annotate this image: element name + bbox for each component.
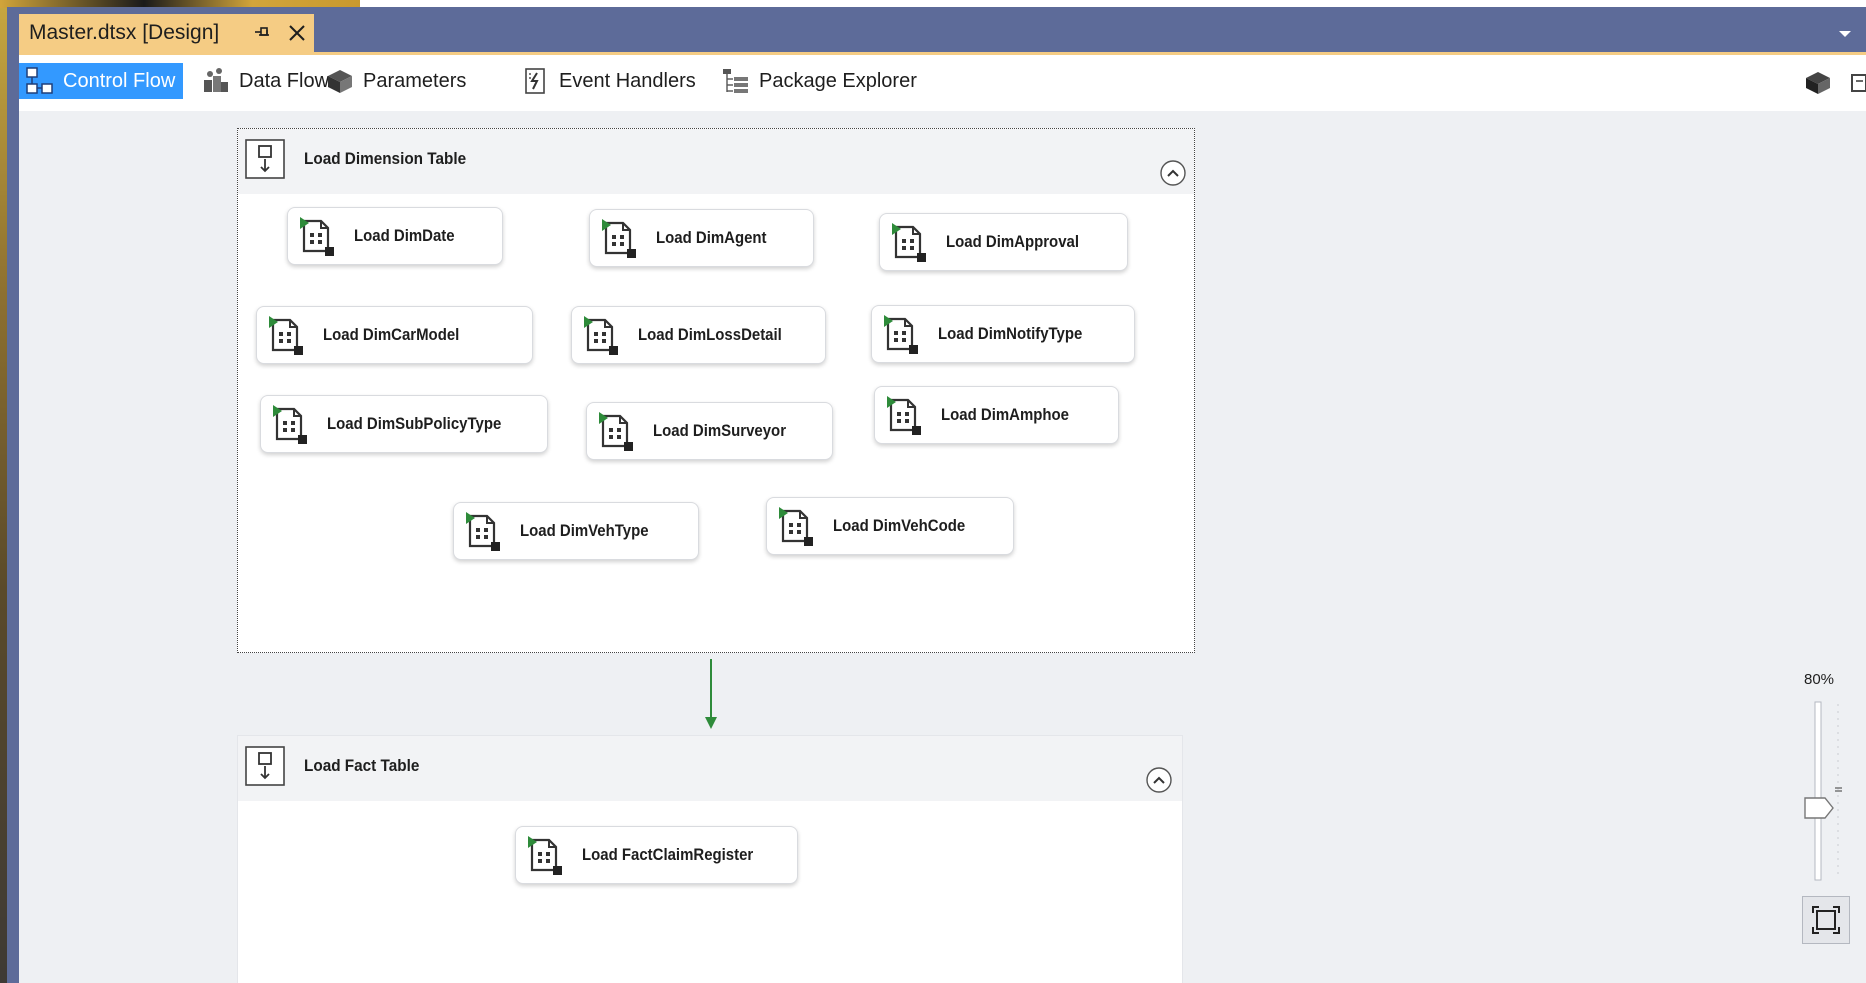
close-icon[interactable] <box>287 23 307 43</box>
task-load-dimlossdetail[interactable]: Load DimLossDetail <box>571 306 826 364</box>
data-flow-task-icon <box>466 512 500 551</box>
data-flow-task-icon <box>528 836 562 875</box>
tab-label: Package Explorer <box>759 69 917 92</box>
event-handlers-icon <box>525 68 545 94</box>
data-flow-task-icon <box>584 316 618 355</box>
task-load-dimnotifytype[interactable]: Load DimNotifyType <box>871 305 1135 363</box>
data-flow-task-icon <box>300 217 334 256</box>
desktop-edge <box>0 0 7 983</box>
sequence-container-dimension[interactable]: Load Dimension Table Load DimDate Load D… <box>237 128 1195 653</box>
tab-label: Data Flow <box>239 69 330 92</box>
tab-label: Parameters <box>363 69 467 92</box>
tab-parameters[interactable]: Parameters <box>319 63 474 99</box>
tab-control-flow[interactable]: Control Flow <box>19 63 184 99</box>
document-tab-master[interactable]: Master.dtsx [Design] <box>19 14 314 52</box>
task-label: Load DimVehType <box>520 521 649 540</box>
document-tab-title: Master.dtsx [Design] <box>29 21 220 44</box>
sequence-container-icon <box>245 139 285 179</box>
control-flow-canvas[interactable]: Load Dimension Table Load DimDate Load D… <box>19 111 1866 983</box>
task-label: Load DimCarModel <box>323 325 460 344</box>
task-load-dimcarmodel[interactable]: Load DimCarModel <box>256 306 533 364</box>
package-explorer-icon <box>723 69 748 93</box>
zoom-level: 80% <box>1804 671 1835 688</box>
screen: Master.dtsx [Design] Control Flow Data F… <box>0 0 1866 983</box>
task-label: Load DimApproval <box>946 232 1079 251</box>
document-tab-strip: Master.dtsx [Design] <box>7 7 1866 52</box>
ssis-designer-window: Master.dtsx [Design] Control Flow Data F… <box>7 7 1866 983</box>
data-flow-task-icon <box>779 507 813 546</box>
task-load-dimvehcode[interactable]: Load DimVehCode <box>766 497 1014 555</box>
zoom-fit-icon <box>1812 906 1840 934</box>
parameters-icon <box>328 70 352 93</box>
data-flow-task-icon <box>273 405 307 444</box>
collapse-icon[interactable] <box>1159 159 1187 187</box>
task-label: Load DimSurveyor <box>653 421 787 440</box>
task-load-dimvehtype[interactable]: Load DimVehType <box>453 502 699 560</box>
task-load-dimagent[interactable]: Load DimAgent <box>589 209 814 267</box>
control-flow-icon <box>26 67 53 94</box>
sequence-container-icon <box>245 746 285 786</box>
data-flow-task-icon <box>887 396 921 435</box>
tab-event-handlers[interactable]: Event Handlers <box>515 63 704 99</box>
task-label: Load DimSubPolicyType <box>327 414 502 433</box>
task-label: Load DimAmphoe <box>941 405 1069 424</box>
task-label: Load DimVehCode <box>833 516 966 535</box>
chevron-down-icon[interactable] <box>1838 29 1852 39</box>
data-flow-task-icon <box>602 219 636 258</box>
designer-tab-bar: Control Flow Data Flow Parameters Event … <box>19 55 1866 111</box>
task-load-factclaimregister[interactable]: Load FactClaimRegister <box>515 826 798 884</box>
zoom-slider-thumb <box>1804 797 1834 819</box>
task-label: Load DimAgent <box>656 228 767 247</box>
container-title: Load Fact Table <box>304 756 420 775</box>
task-label: Load DimLossDetail <box>638 325 782 344</box>
task-label: Load FactClaimRegister <box>582 845 754 864</box>
container-title: Load Dimension Table <box>304 149 467 168</box>
task-load-dimsubpolicytype[interactable]: Load DimSubPolicyType <box>260 395 548 453</box>
collapse-icon[interactable] <box>1145 766 1173 794</box>
task-load-dimamphoe[interactable]: Load DimAmphoe <box>874 386 1119 444</box>
task-load-dimdate[interactable]: Load DimDate <box>287 207 503 265</box>
pin-icon[interactable] <box>253 24 271 42</box>
tab-label: Event Handlers <box>559 69 696 92</box>
data-flow-icon <box>204 68 228 92</box>
task-label: Load DimDate <box>354 226 455 245</box>
toolbox-icon[interactable] <box>1849 69 1866 97</box>
data-flow-task-icon <box>892 223 926 262</box>
task-load-dimapproval[interactable]: Load DimApproval <box>879 213 1128 271</box>
data-flow-task-icon <box>599 412 633 451</box>
zoom-to-fit-button[interactable] <box>1802 896 1850 944</box>
data-flow-task-icon <box>884 315 918 354</box>
zoom-slider[interactable] <box>1800 700 1850 890</box>
sequence-container-fact[interactable]: Load Fact Table Load FactClaimRegister <box>237 735 1183 983</box>
tab-package-explorer[interactable]: Package Explorer <box>715 63 925 99</box>
tab-data-flow[interactable]: Data Flow <box>195 63 337 99</box>
task-label: Load DimNotifyType <box>938 324 1083 343</box>
tab-label: Control Flow <box>63 69 176 92</box>
task-load-dimsurveyor[interactable]: Load DimSurveyor <box>586 402 833 460</box>
data-flow-task-icon <box>269 316 303 355</box>
variables-icon[interactable] <box>1803 69 1833 97</box>
